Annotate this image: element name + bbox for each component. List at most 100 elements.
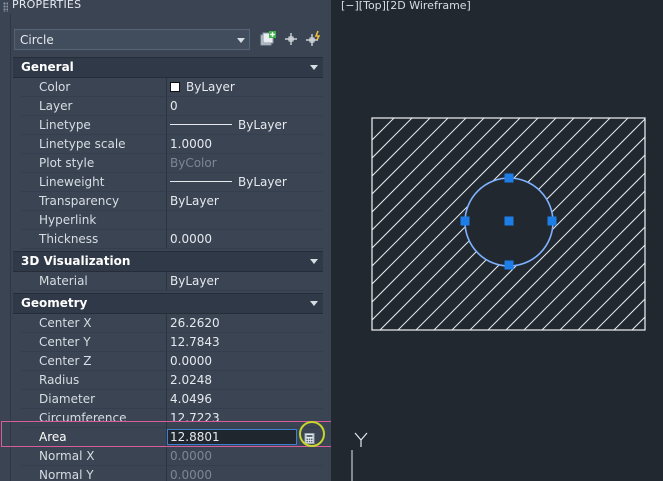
toggle-pickadd-button[interactable] [259, 30, 279, 50]
calculator-icon [304, 433, 315, 444]
hatch-line [535, 0, 663, 481]
palette-scrollbar[interactable] [323, 14, 331, 481]
hatch-line [625, 0, 663, 481]
hatch-line [523, 208, 645, 330]
property-row-plot-style[interactable]: Plot style ByColor [13, 154, 323, 173]
property-row-diameter[interactable]: Diameter 4.0496 [13, 390, 323, 409]
property-row-color[interactable]: Color ByLayer [13, 78, 323, 97]
property-row-radius[interactable]: Radius 2.0248 [13, 371, 323, 390]
property-label: Normal X [21, 447, 166, 466]
property-value-radius[interactable]: 2.0248 [166, 371, 323, 390]
property-row-center-x[interactable]: Center X 26.2620 [13, 314, 323, 333]
hatch-line [571, 0, 663, 481]
property-value-plot-style: ByColor [166, 154, 323, 173]
property-row-center-y[interactable]: Center Y 12.7843 [13, 333, 323, 352]
property-value-center-y[interactable]: 12.7843 [166, 333, 323, 352]
center-grip[interactable] [504, 216, 514, 226]
drag-grip-icon[interactable] [3, 2, 8, 12]
property-label: Area [21, 428, 166, 447]
hatch-line [372, 118, 503, 249]
area-input[interactable]: 12.8801 [167, 429, 297, 445]
quadrant-grip-top[interactable] [504, 173, 514, 183]
quick-select-button[interactable] [305, 30, 325, 50]
property-label: Linetype [21, 116, 166, 135]
object-type-select[interactable]: Circle [14, 29, 250, 50]
quadrant-grip-left[interactable] [460, 216, 470, 226]
chevron-down-icon[interactable] [310, 65, 318, 70]
property-row-circumference[interactable]: Circumference 12.7223 [13, 409, 323, 428]
property-label: Center Z [21, 352, 166, 371]
select-objects-button[interactable] [282, 30, 302, 50]
property-grid: General Color ByLayer Layer 0 Linetype B… [13, 55, 323, 481]
property-row-material[interactable]: Material ByLayer [13, 272, 323, 291]
property-label: Hyperlink [21, 211, 166, 230]
hatch-line [372, 118, 431, 177]
property-row-hyperlink[interactable]: Hyperlink [13, 211, 323, 230]
category-geometry[interactable]: Geometry [13, 293, 323, 314]
property-value-color[interactable]: ByLayer [166, 78, 323, 97]
property-row-center-z[interactable]: Center Z 0.0000 [13, 352, 323, 371]
category-label: Geometry [21, 296, 88, 310]
property-row-normal-x[interactable]: Normal X 0.0000 [13, 447, 323, 466]
category-3d-visualization[interactable]: 3D Visualization [13, 251, 323, 272]
property-value-area[interactable]: 12.8801 [166, 428, 323, 447]
property-value-layer[interactable]: 0 [166, 97, 323, 116]
hatch-line [595, 280, 645, 330]
hatch-line [505, 190, 645, 330]
property-value-transparency[interactable]: ByLayer [166, 192, 323, 211]
property-label: Circumference [21, 409, 166, 428]
drawing-viewport[interactable]: [−][Top][2D Wireframe] [331, 0, 663, 481]
property-label: Lineweight [21, 173, 166, 192]
lineweight-preview [170, 181, 232, 182]
property-value-lineweight[interactable]: ByLayer [166, 173, 323, 192]
ucs-icon [351, 432, 368, 481]
palette-titlebar[interactable]: PROPERTIES [0, 0, 331, 14]
property-row-transparency[interactable]: Transparency ByLayer [13, 192, 323, 211]
property-row-linetype[interactable]: Linetype ByLayer [13, 116, 323, 135]
linetype-preview [170, 124, 232, 125]
hatch-line [559, 244, 645, 330]
crosshair-cursor-icon [285, 33, 297, 45]
chevron-down-icon [237, 38, 245, 43]
property-label: Linetype scale [21, 135, 166, 154]
drawing-canvas[interactable] [331, 0, 663, 481]
hatch-line [372, 118, 467, 213]
property-value-hyperlink[interactable] [166, 211, 323, 230]
property-value-circumference[interactable]: 12.7223 [166, 409, 323, 428]
hatch-line [372, 118, 413, 159]
property-label: Normal Y [21, 466, 166, 481]
property-row-linetype-scale[interactable]: Linetype scale 1.0000 [13, 135, 323, 154]
quadrant-grip-right[interactable] [547, 216, 557, 226]
property-row-area[interactable]: Area 12.8801 [13, 428, 323, 447]
property-label: Center Y [21, 333, 166, 352]
hatch-line [372, 118, 521, 267]
property-label: Layer [21, 97, 166, 116]
property-value-thickness[interactable]: 0.0000 [166, 230, 323, 249]
property-value-normal-y: 0.0000 [166, 466, 323, 481]
property-value-linetype-scale[interactable]: 1.0000 [166, 135, 323, 154]
property-row-normal-y[interactable]: Normal Y 0.0000 [13, 466, 323, 481]
quadrant-grip-bottom[interactable] [504, 260, 514, 270]
property-value-linetype[interactable]: ByLayer [166, 116, 323, 135]
property-value-center-z[interactable]: 0.0000 [166, 352, 323, 371]
property-row-thickness[interactable]: Thickness 0.0000 [13, 230, 323, 249]
property-row-layer[interactable]: Layer 0 [13, 97, 323, 116]
chevron-down-icon[interactable] [310, 259, 318, 264]
color-swatch-icon [170, 82, 180, 92]
quickcalc-button[interactable] [304, 431, 315, 444]
hatch-line [517, 0, 663, 481]
property-value-material[interactable]: ByLayer [166, 272, 323, 291]
category-general[interactable]: General [13, 57, 323, 78]
property-label: Thickness [21, 230, 166, 249]
property-row-lineweight[interactable]: Lineweight ByLayer [13, 173, 323, 192]
hatch-line [553, 0, 663, 481]
property-label: Color [21, 78, 166, 97]
property-value-diameter[interactable]: 4.0496 [166, 390, 323, 409]
property-value-center-x[interactable]: 26.2620 [166, 314, 323, 333]
chevron-down-icon[interactable] [310, 301, 318, 306]
category-label: 3D Visualization [21, 254, 131, 268]
hatch-line [372, 118, 449, 195]
hatch-line [607, 0, 663, 481]
property-value-normal-x: 0.0000 [166, 447, 323, 466]
hatch-line [631, 316, 645, 330]
